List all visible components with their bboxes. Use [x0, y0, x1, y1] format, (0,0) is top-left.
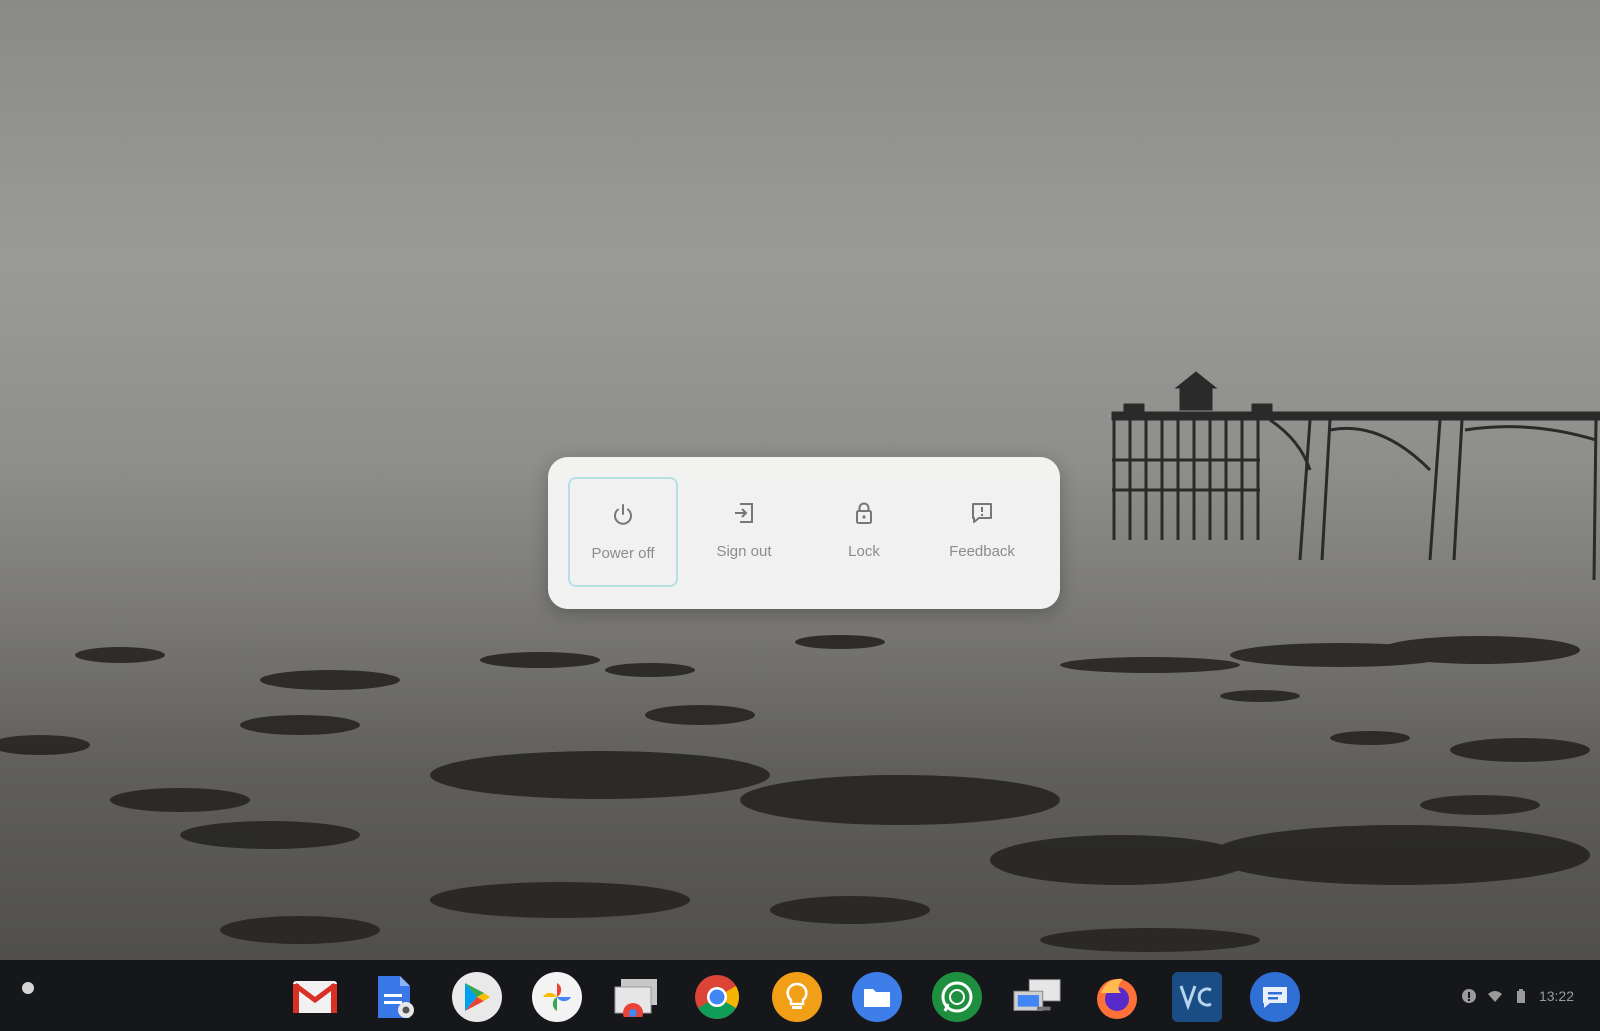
files-icon [864, 989, 890, 1007]
power-menu: Power off Sign out Lock Feedback [548, 457, 1060, 609]
seaweed-patches [0, 635, 1590, 952]
chrome-icon [695, 975, 739, 1019]
power-off-label: Power off [591, 545, 655, 562]
play-store-app[interactable] [452, 972, 502, 1022]
gmail-app[interactable] [290, 972, 340, 1022]
sign-out-label: Sign out [716, 543, 772, 560]
whatsapp-icon [941, 981, 973, 1013]
keep-icon [786, 982, 808, 1009]
photos-app[interactable] [532, 972, 582, 1022]
sign-out-icon [735, 503, 753, 523]
play-store-icon [465, 983, 490, 1011]
keep-app[interactable] [772, 972, 822, 1022]
vscode-app[interactable] [1172, 972, 1222, 1022]
notification-icon [1461, 989, 1476, 1003]
messages-app[interactable] [1250, 972, 1300, 1022]
screen-cast-app[interactable] [612, 972, 662, 1022]
wifi-icon [1487, 991, 1502, 1002]
remote-desktop-app[interactable] [1012, 972, 1062, 1022]
pier-silhouette [1111, 371, 1600, 581]
feedback-icon [972, 503, 992, 523]
chrome-app[interactable] [692, 972, 742, 1022]
shelf: 13:22 [0, 960, 1600, 1031]
sign-out-button[interactable]: Sign out [689, 477, 799, 587]
lock-button[interactable]: Lock [809, 477, 919, 587]
photos-icon [543, 983, 571, 1011]
messages-icon [1263, 987, 1287, 1008]
gmail-icon [293, 981, 337, 1013]
lock-icon [856, 502, 872, 524]
feedback-label: Feedback [949, 543, 1015, 560]
docs-icon [378, 976, 414, 1018]
launcher-button[interactable] [22, 982, 34, 994]
whatsapp-app[interactable] [932, 972, 982, 1022]
files-app[interactable] [852, 972, 902, 1022]
clock-time: 13:22 [1538, 988, 1574, 1004]
power-off-button[interactable]: Power off [568, 477, 678, 587]
screen-cast-icon [614, 979, 657, 1017]
status-tray[interactable]: 13:22 [1461, 985, 1574, 1007]
feedback-button[interactable]: Feedback [927, 477, 1037, 587]
firefox-icon [1097, 978, 1137, 1019]
lock-label: Lock [848, 543, 880, 560]
firefox-app[interactable] [1092, 972, 1142, 1022]
battery-icon [1516, 989, 1525, 1003]
power-icon [614, 504, 632, 525]
vscode-icon [1179, 985, 1212, 1011]
docs-app[interactable] [370, 972, 420, 1022]
remote-desktop-icon [1013, 979, 1061, 1011]
